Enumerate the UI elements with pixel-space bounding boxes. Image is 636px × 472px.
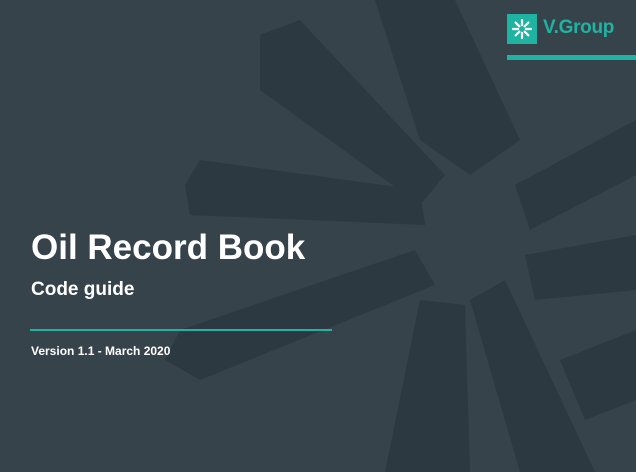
document-subtitle: Code guide	[31, 279, 135, 300]
document-title: Oil Record Book	[31, 228, 306, 267]
v-group-emblem-icon	[507, 14, 537, 44]
version-label: Version 1.1 - March 2020	[31, 344, 171, 358]
logo-accent-bar	[507, 55, 636, 60]
logo-wordmark: V.Group	[543, 17, 615, 38]
v-group-logo: V.Group	[507, 14, 636, 62]
cover-page: V.Group Oil Record Book Code guide Versi…	[0, 0, 636, 472]
title-divider	[30, 329, 332, 331]
